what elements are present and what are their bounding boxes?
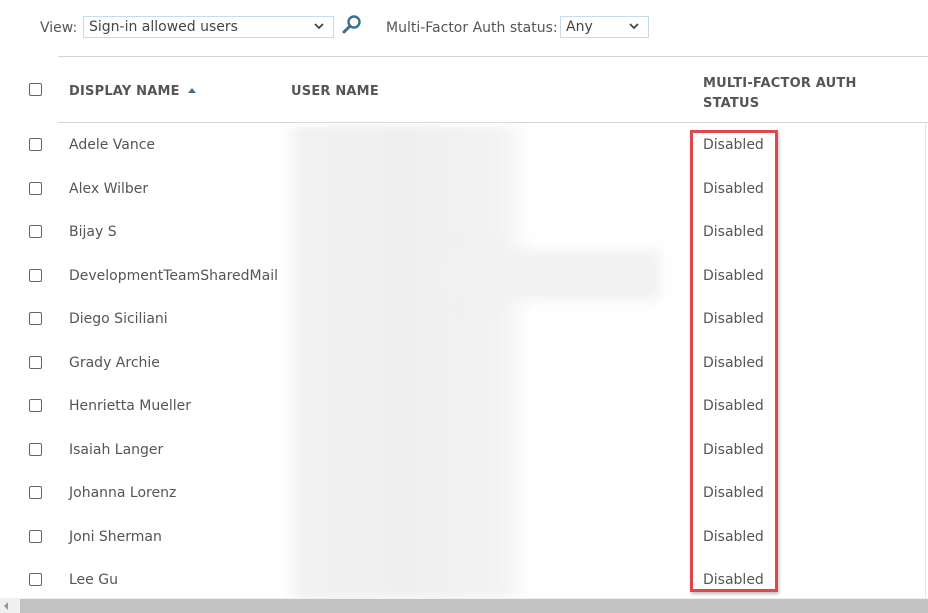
column-header-mfa-status[interactable]: MULTI-FACTOR AUTH STATUS: [703, 74, 857, 114]
display-name-cell[interactable]: Grady Archie: [69, 355, 160, 371]
row-checkbox[interactable]: [29, 442, 42, 456]
row-checkbox[interactable]: [29, 268, 42, 282]
column-header-user-name[interactable]: USER NAME: [291, 84, 379, 99]
search-icon[interactable]: [340, 13, 364, 37]
scroll-left-arrow-icon[interactable]: [4, 602, 8, 610]
chevron-down-icon: [314, 23, 324, 30]
chevron-down-icon: [629, 23, 639, 30]
table-header: DISPLAY NAME USER NAME MULTI-FACTOR AUTH…: [0, 57, 928, 123]
row-checkbox[interactable]: [29, 138, 42, 151]
row-checkbox[interactable]: [29, 225, 42, 238]
display-name-cell[interactable]: Joni Sherman: [69, 529, 162, 545]
row-checkbox[interactable]: [29, 312, 42, 325]
row-checkbox[interactable]: [29, 486, 42, 499]
view-label: View:: [40, 20, 78, 36]
view-select[interactable]: Sign-in allowed users: [83, 16, 334, 38]
mfa-status-highlight-box: [690, 130, 778, 592]
table-row[interactable]: Henrietta Mueller Disabled: [0, 384, 928, 427]
mfa-status-select-value: Any: [566, 19, 593, 35]
display-name-cell[interactable]: Henrietta Mueller: [69, 398, 191, 414]
scrollbar-thumb[interactable]: [20, 599, 928, 613]
display-name-cell[interactable]: Lee Gu: [69, 572, 118, 588]
row-checkbox[interactable]: [29, 529, 42, 543]
table-row[interactable]: Diego Siciliani Disabled: [0, 297, 928, 340]
view-select-value: Sign-in allowed users: [89, 19, 238, 35]
table-row[interactable]: Adele Vance Disabled: [0, 123, 928, 166]
column-header-mfa-status-line1: MULTI-FACTOR AUTH: [703, 76, 857, 91]
row-checkbox[interactable]: [29, 355, 42, 369]
display-name-cell[interactable]: Alex Wilber: [69, 181, 148, 197]
sort-ascending-icon: [187, 88, 196, 93]
display-name-cell[interactable]: Diego Siciliani: [69, 311, 168, 327]
table-row[interactable]: Joni Sherman Disabled: [0, 515, 928, 558]
row-checkbox[interactable]: [29, 181, 42, 195]
row-checkbox[interactable]: [29, 573, 42, 586]
table-row[interactable]: Grady Archie Disabled: [0, 341, 928, 384]
display-name-cell[interactable]: Isaiah Langer: [69, 442, 163, 458]
select-all-checkbox[interactable]: [29, 83, 42, 96]
table-row[interactable]: Lee Gu Disabled: [0, 558, 928, 601]
display-name-cell[interactable]: Johanna Lorenz: [69, 485, 176, 501]
display-name-cell[interactable]: Adele Vance: [69, 137, 155, 153]
display-name-cell[interactable]: DevelopmentTeamSharedMail: [69, 268, 278, 284]
column-header-display-name-label: DISPLAY NAME: [69, 84, 180, 99]
mfa-status-label: Multi-Factor Auth status:: [386, 20, 558, 36]
table-row[interactable]: Alex Wilber Disabled: [0, 167, 928, 210]
filter-toolbar: View: Sign-in allowed users Multi-Factor…: [0, 0, 928, 56]
table-row[interactable]: Isaiah Langer Disabled: [0, 428, 928, 471]
column-header-mfa-status-line2: STATUS: [703, 96, 760, 111]
mfa-status-select[interactable]: Any: [560, 16, 649, 38]
display-name-cell[interactable]: Bijay S: [69, 224, 117, 240]
horizontal-scrollbar[interactable]: [0, 598, 928, 613]
row-checkbox[interactable]: [29, 399, 42, 412]
table-row[interactable]: DevelopmentTeamSharedMail Disabled: [0, 254, 928, 297]
table-row[interactable]: Bijay S Disabled: [0, 210, 928, 253]
column-header-display-name[interactable]: DISPLAY NAME: [69, 84, 196, 99]
table-row[interactable]: Johanna Lorenz Disabled: [0, 471, 928, 514]
